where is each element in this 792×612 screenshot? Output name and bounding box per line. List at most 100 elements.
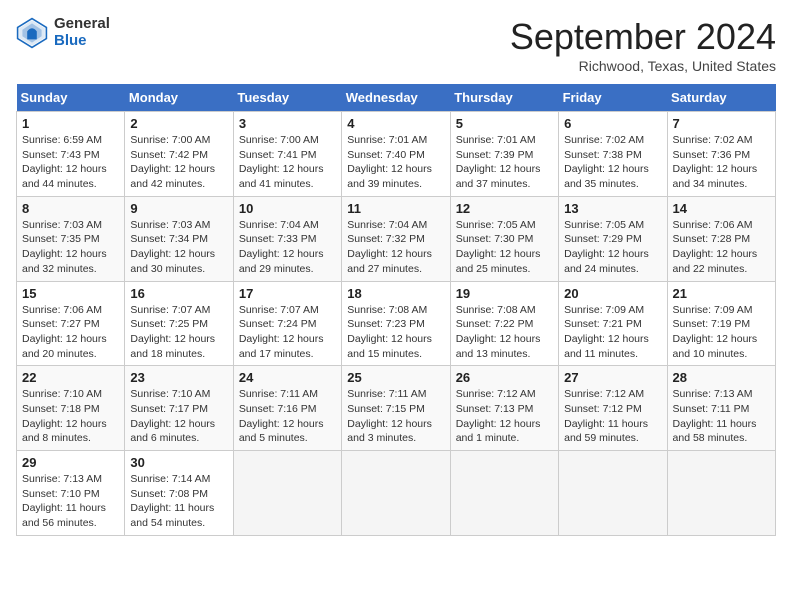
header-tuesday: Tuesday [233, 84, 341, 112]
table-row: 8 Sunrise: 7:03 AM Sunset: 7:35 PM Dayli… [17, 196, 125, 281]
header-monday: Monday [125, 84, 233, 112]
table-row: 3 Sunrise: 7:00 AM Sunset: 7:41 PM Dayli… [233, 112, 341, 197]
table-row: 28 Sunrise: 7:13 AM Sunset: 7:11 PM Dayl… [667, 366, 775, 451]
day-info: Sunrise: 7:04 AM Sunset: 7:32 PM Dayligh… [347, 218, 444, 277]
table-row: 12 Sunrise: 7:05 AM Sunset: 7:30 PM Dayl… [450, 196, 558, 281]
day-info: Sunrise: 7:08 AM Sunset: 7:22 PM Dayligh… [456, 303, 553, 362]
day-info: Sunrise: 7:09 AM Sunset: 7:19 PM Dayligh… [673, 303, 770, 362]
day-info: Sunrise: 7:11 AM Sunset: 7:16 PM Dayligh… [239, 387, 336, 446]
calendar-week-row: 8 Sunrise: 7:03 AM Sunset: 7:35 PM Dayli… [17, 196, 776, 281]
page-header: General Blue September 2024 Richwood, Te… [16, 16, 776, 74]
day-info: Sunrise: 7:02 AM Sunset: 7:36 PM Dayligh… [673, 133, 770, 192]
title-section: September 2024 Richwood, Texas, United S… [510, 16, 776, 74]
table-row: 25 Sunrise: 7:11 AM Sunset: 7:15 PM Dayl… [342, 366, 450, 451]
table-row: 11 Sunrise: 7:04 AM Sunset: 7:32 PM Dayl… [342, 196, 450, 281]
day-number: 25 [347, 370, 444, 385]
table-row: 30 Sunrise: 7:14 AM Sunset: 7:08 PM Dayl… [125, 451, 233, 536]
month-title: September 2024 [510, 16, 776, 58]
day-info: Sunrise: 7:01 AM Sunset: 7:40 PM Dayligh… [347, 133, 444, 192]
table-row [233, 451, 341, 536]
table-row: 18 Sunrise: 7:08 AM Sunset: 7:23 PM Dayl… [342, 281, 450, 366]
table-row: 14 Sunrise: 7:06 AM Sunset: 7:28 PM Dayl… [667, 196, 775, 281]
day-info: Sunrise: 7:12 AM Sunset: 7:13 PM Dayligh… [456, 387, 553, 446]
table-row: 26 Sunrise: 7:12 AM Sunset: 7:13 PM Dayl… [450, 366, 558, 451]
day-number: 5 [456, 116, 553, 131]
day-number: 19 [456, 286, 553, 301]
day-number: 22 [22, 370, 119, 385]
table-row: 19 Sunrise: 7:08 AM Sunset: 7:22 PM Dayl… [450, 281, 558, 366]
calendar-week-row: 29 Sunrise: 7:13 AM Sunset: 7:10 PM Dayl… [17, 451, 776, 536]
day-number: 3 [239, 116, 336, 131]
table-row [559, 451, 667, 536]
day-info: Sunrise: 7:10 AM Sunset: 7:17 PM Dayligh… [130, 387, 227, 446]
calendar-week-row: 15 Sunrise: 7:06 AM Sunset: 7:27 PM Dayl… [17, 281, 776, 366]
day-info: Sunrise: 7:06 AM Sunset: 7:27 PM Dayligh… [22, 303, 119, 362]
day-info: Sunrise: 7:08 AM Sunset: 7:23 PM Dayligh… [347, 303, 444, 362]
day-info: Sunrise: 7:05 AM Sunset: 7:30 PM Dayligh… [456, 218, 553, 277]
logo-general-label: General [54, 16, 110, 33]
day-number: 8 [22, 201, 119, 216]
day-info: Sunrise: 7:00 AM Sunset: 7:42 PM Dayligh… [130, 133, 227, 192]
table-row: 22 Sunrise: 7:10 AM Sunset: 7:18 PM Dayl… [17, 366, 125, 451]
day-number: 21 [673, 286, 770, 301]
day-info: Sunrise: 7:13 AM Sunset: 7:10 PM Dayligh… [22, 472, 119, 531]
logo-icon [16, 17, 48, 49]
header-friday: Friday [559, 84, 667, 112]
table-row: 5 Sunrise: 7:01 AM Sunset: 7:39 PM Dayli… [450, 112, 558, 197]
day-info: Sunrise: 7:11 AM Sunset: 7:15 PM Dayligh… [347, 387, 444, 446]
calendar-table: Sunday Monday Tuesday Wednesday Thursday… [16, 84, 776, 536]
day-number: 9 [130, 201, 227, 216]
table-row: 10 Sunrise: 7:04 AM Sunset: 7:33 PM Dayl… [233, 196, 341, 281]
day-info: Sunrise: 7:01 AM Sunset: 7:39 PM Dayligh… [456, 133, 553, 192]
location-title: Richwood, Texas, United States [510, 58, 776, 74]
table-row [667, 451, 775, 536]
day-info: Sunrise: 7:03 AM Sunset: 7:35 PM Dayligh… [22, 218, 119, 277]
table-row: 6 Sunrise: 7:02 AM Sunset: 7:38 PM Dayli… [559, 112, 667, 197]
day-info: Sunrise: 7:05 AM Sunset: 7:29 PM Dayligh… [564, 218, 661, 277]
day-info: Sunrise: 7:09 AM Sunset: 7:21 PM Dayligh… [564, 303, 661, 362]
table-row: 9 Sunrise: 7:03 AM Sunset: 7:34 PM Dayli… [125, 196, 233, 281]
logo-text: General Blue [54, 16, 110, 49]
day-number: 2 [130, 116, 227, 131]
day-number: 26 [456, 370, 553, 385]
header-saturday: Saturday [667, 84, 775, 112]
day-number: 1 [22, 116, 119, 131]
day-number: 20 [564, 286, 661, 301]
day-number: 30 [130, 455, 227, 470]
table-row: 13 Sunrise: 7:05 AM Sunset: 7:29 PM Dayl… [559, 196, 667, 281]
day-number: 24 [239, 370, 336, 385]
table-row: 24 Sunrise: 7:11 AM Sunset: 7:16 PM Dayl… [233, 366, 341, 451]
day-info: Sunrise: 7:03 AM Sunset: 7:34 PM Dayligh… [130, 218, 227, 277]
table-row: 7 Sunrise: 7:02 AM Sunset: 7:36 PM Dayli… [667, 112, 775, 197]
day-number: 17 [239, 286, 336, 301]
day-info: Sunrise: 7:07 AM Sunset: 7:25 PM Dayligh… [130, 303, 227, 362]
table-row: 16 Sunrise: 7:07 AM Sunset: 7:25 PM Dayl… [125, 281, 233, 366]
day-number: 23 [130, 370, 227, 385]
table-row: 17 Sunrise: 7:07 AM Sunset: 7:24 PM Dayl… [233, 281, 341, 366]
table-row [342, 451, 450, 536]
day-info: Sunrise: 7:02 AM Sunset: 7:38 PM Dayligh… [564, 133, 661, 192]
day-info: Sunrise: 7:06 AM Sunset: 7:28 PM Dayligh… [673, 218, 770, 277]
table-row: 20 Sunrise: 7:09 AM Sunset: 7:21 PM Dayl… [559, 281, 667, 366]
day-info: Sunrise: 7:10 AM Sunset: 7:18 PM Dayligh… [22, 387, 119, 446]
day-number: 13 [564, 201, 661, 216]
table-row: 21 Sunrise: 7:09 AM Sunset: 7:19 PM Dayl… [667, 281, 775, 366]
day-number: 7 [673, 116, 770, 131]
day-info: Sunrise: 6:59 AM Sunset: 7:43 PM Dayligh… [22, 133, 119, 192]
table-row: 29 Sunrise: 7:13 AM Sunset: 7:10 PM Dayl… [17, 451, 125, 536]
calendar-week-row: 1 Sunrise: 6:59 AM Sunset: 7:43 PM Dayli… [17, 112, 776, 197]
day-number: 14 [673, 201, 770, 216]
day-number: 15 [22, 286, 119, 301]
day-info: Sunrise: 7:14 AM Sunset: 7:08 PM Dayligh… [130, 472, 227, 531]
day-number: 18 [347, 286, 444, 301]
table-row: 15 Sunrise: 7:06 AM Sunset: 7:27 PM Dayl… [17, 281, 125, 366]
day-info: Sunrise: 7:12 AM Sunset: 7:12 PM Dayligh… [564, 387, 661, 446]
header-wednesday: Wednesday [342, 84, 450, 112]
header-sunday: Sunday [17, 84, 125, 112]
day-number: 29 [22, 455, 119, 470]
day-number: 27 [564, 370, 661, 385]
calendar-header-row: Sunday Monday Tuesday Wednesday Thursday… [17, 84, 776, 112]
header-thursday: Thursday [450, 84, 558, 112]
day-info: Sunrise: 7:07 AM Sunset: 7:24 PM Dayligh… [239, 303, 336, 362]
day-number: 6 [564, 116, 661, 131]
